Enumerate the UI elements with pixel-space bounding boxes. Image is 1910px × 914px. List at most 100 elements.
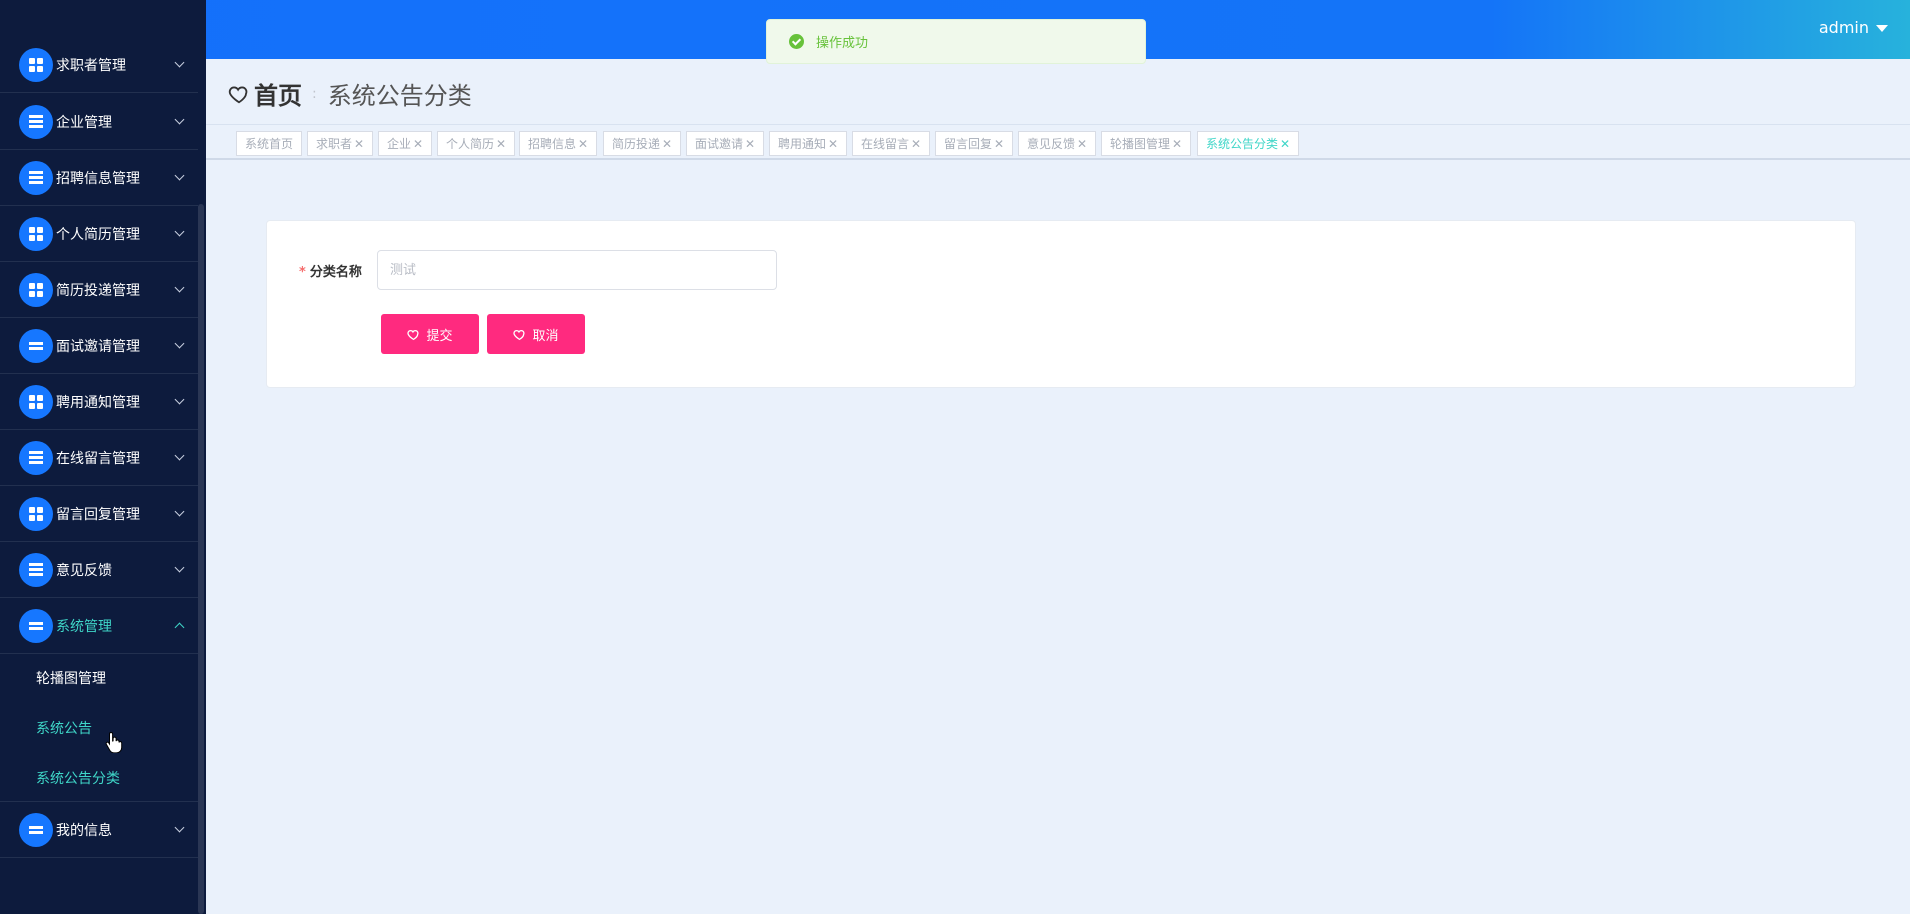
user-menu[interactable]: admin: [1819, 18, 1888, 37]
tag-hire-notices[interactable]: 聘用通知 ✕: [769, 131, 848, 156]
sidebar-item-resume-delivery[interactable]: 简历投递管理: [0, 262, 198, 318]
toast-message: 操作成功: [816, 36, 869, 51]
sidebar-item-message-replies[interactable]: 留言回复管理: [0, 486, 198, 542]
sidebar-item-resumes[interactable]: 个人简历管理: [0, 206, 198, 262]
tag-label: 企业: [387, 137, 412, 151]
tag-resumes[interactable]: 个人简历 ✕: [437, 131, 516, 156]
sidebar-item-feedback[interactable]: 意见反馈: [0, 542, 198, 598]
tag-job-postings[interactable]: 招聘信息 ✕: [519, 131, 598, 156]
tag-message-replies[interactable]: 留言回复 ✕: [935, 131, 1014, 156]
user-name[interactable]: admin: [1819, 18, 1869, 37]
close-icon[interactable]: ✕: [911, 137, 921, 151]
breadcrumb-home[interactable]: 首页: [254, 76, 302, 111]
sidebar-item-job-postings[interactable]: 招聘信息管理: [0, 150, 198, 206]
chevron-up-icon: [174, 622, 185, 633]
list-icon: [19, 160, 53, 195]
close-icon[interactable]: ✕: [578, 137, 588, 151]
sidebar-item-label: 简历投递管理: [56, 282, 140, 299]
tag-online-messages[interactable]: 在线留言 ✕: [852, 131, 931, 156]
tag-companies[interactable]: 企业 ✕: [378, 131, 433, 156]
chevron-down-icon: [174, 170, 185, 181]
tag-label: 意见反馈: [1027, 137, 1076, 151]
tag-announcement-categories[interactable]: 系统公告分类 ✕: [1197, 131, 1300, 156]
tag-label: 简历投递: [612, 137, 661, 151]
sidebar-item-companies[interactable]: 企业管理: [0, 94, 198, 150]
caret-down-icon[interactable]: [1876, 25, 1888, 32]
required-mark: *: [299, 265, 306, 280]
cancel-button[interactable]: 取消: [487, 314, 585, 354]
chevron-down-icon: [174, 57, 185, 68]
close-icon[interactable]: ✕: [745, 137, 755, 151]
breadcrumb: 首页 : 系统公告分类: [228, 76, 472, 111]
heart-icon: [513, 329, 526, 340]
breadcrumb-separator: :: [312, 85, 317, 102]
tag-label: 招聘信息: [528, 137, 577, 151]
book-icon: [19, 440, 53, 475]
sidebar-item-label: 聘用通知管理: [56, 394, 140, 411]
sidebar: 求职者管理 企业管理 招聘信息管理 个人简历管理 简历投递管理 面试邀请管理 聘…: [0, 0, 206, 914]
tag-label: 留言回复: [944, 137, 993, 151]
category-name-input[interactable]: [377, 250, 777, 290]
grid-icon: [19, 384, 53, 419]
chevron-down-icon: [174, 562, 185, 573]
hand-icon: [19, 216, 53, 251]
chevron-down-icon: [174, 114, 185, 125]
sidebar-item-interview-invites[interactable]: 面试邀请管理: [0, 318, 198, 374]
tag-feedback[interactable]: 意见反馈 ✕: [1018, 131, 1097, 156]
sidebar-subitem-carousel[interactable]: 轮播图管理: [36, 668, 106, 688]
sidebar-item-label: 面试邀请管理: [56, 338, 140, 355]
close-icon[interactable]: ✕: [662, 137, 672, 151]
tag-home[interactable]: 系统首页: [236, 131, 303, 156]
sidebar-item-label: 我的信息: [56, 822, 112, 839]
clipboard-icon: [19, 552, 53, 587]
sidebar-item-label: 个人简历管理: [56, 226, 140, 243]
tag-label: 个人简历: [446, 137, 495, 151]
chevron-down-icon: [174, 338, 185, 349]
tag-job-seekers[interactable]: 求职者 ✕: [307, 131, 374, 156]
heart-icon: [407, 329, 420, 340]
sidebar-item-label: 留言回复管理: [56, 506, 140, 523]
submit-button-label: 提交: [426, 328, 453, 344]
chat-icon: [19, 328, 53, 363]
close-icon[interactable]: ✕: [994, 137, 1004, 151]
chevron-down-icon: [174, 822, 185, 833]
sidebar-item-label: 企业管理: [56, 114, 112, 131]
close-icon[interactable]: ✕: [1172, 137, 1182, 151]
tag-label: 系统公告分类: [1206, 137, 1279, 151]
sidebar-item-label: 在线留言管理: [56, 450, 140, 467]
tag-label: 面试邀请: [695, 137, 744, 151]
sidebar-item-job-seekers[interactable]: 求职者管理: [0, 37, 198, 93]
sidebar-item-online-messages[interactable]: 在线留言管理: [0, 430, 198, 486]
tag-resume-delivery[interactable]: 简历投递 ✕: [603, 131, 682, 156]
grid-icon: [19, 272, 53, 307]
sidebar-item-system[interactable]: 系统管理: [0, 598, 198, 654]
sliders-icon: [19, 104, 53, 139]
grid-icon: [19, 496, 53, 531]
submit-button[interactable]: 提交: [381, 314, 479, 354]
category-name-label: * 分类名称: [299, 261, 362, 280]
tag-label: 轮播图管理: [1110, 137, 1171, 151]
close-icon[interactable]: ✕: [496, 137, 506, 151]
breadcrumb-current: 系统公告分类: [327, 82, 472, 110]
sidebar-subitem-announcement-categories[interactable]: 系统公告分类: [36, 768, 120, 788]
close-icon[interactable]: ✕: [354, 137, 364, 151]
sidebar-item-hire-notices[interactable]: 聘用通知管理: [0, 374, 198, 430]
cancel-button-label: 取消: [532, 328, 559, 344]
sidebar-item-my-info[interactable]: 我的信息: [0, 802, 198, 858]
hand-cursor-icon: [105, 731, 123, 753]
close-icon[interactable]: ✕: [1077, 137, 1087, 151]
grid-icon: [19, 47, 53, 82]
tags-bar: 系统首页 求职者 ✕ 企业 ✕ 个人简历 ✕ 招聘信息 ✕ 简历投递 ✕ 面试邀请 ✕ 聘用…: [206, 124, 1910, 160]
sidebar-item-label: 招聘信息管理: [56, 170, 140, 187]
close-icon[interactable]: ✕: [828, 137, 838, 151]
sidebar-item-label: 意见反馈: [56, 562, 112, 579]
close-icon[interactable]: ✕: [413, 137, 423, 151]
success-toast: 操作成功: [766, 19, 1146, 64]
close-icon[interactable]: ✕: [1280, 137, 1290, 151]
chevron-down-icon: [174, 450, 185, 461]
sidebar-scrollbar[interactable]: [198, 204, 204, 914]
sidebar-subitem-announcements[interactable]: 系统公告: [36, 718, 92, 738]
category-name-label-text: 分类名称: [309, 265, 362, 280]
tag-carousel[interactable]: 轮播图管理 ✕: [1101, 131, 1192, 156]
tag-interview-invites[interactable]: 面试邀请 ✕: [686, 131, 765, 156]
